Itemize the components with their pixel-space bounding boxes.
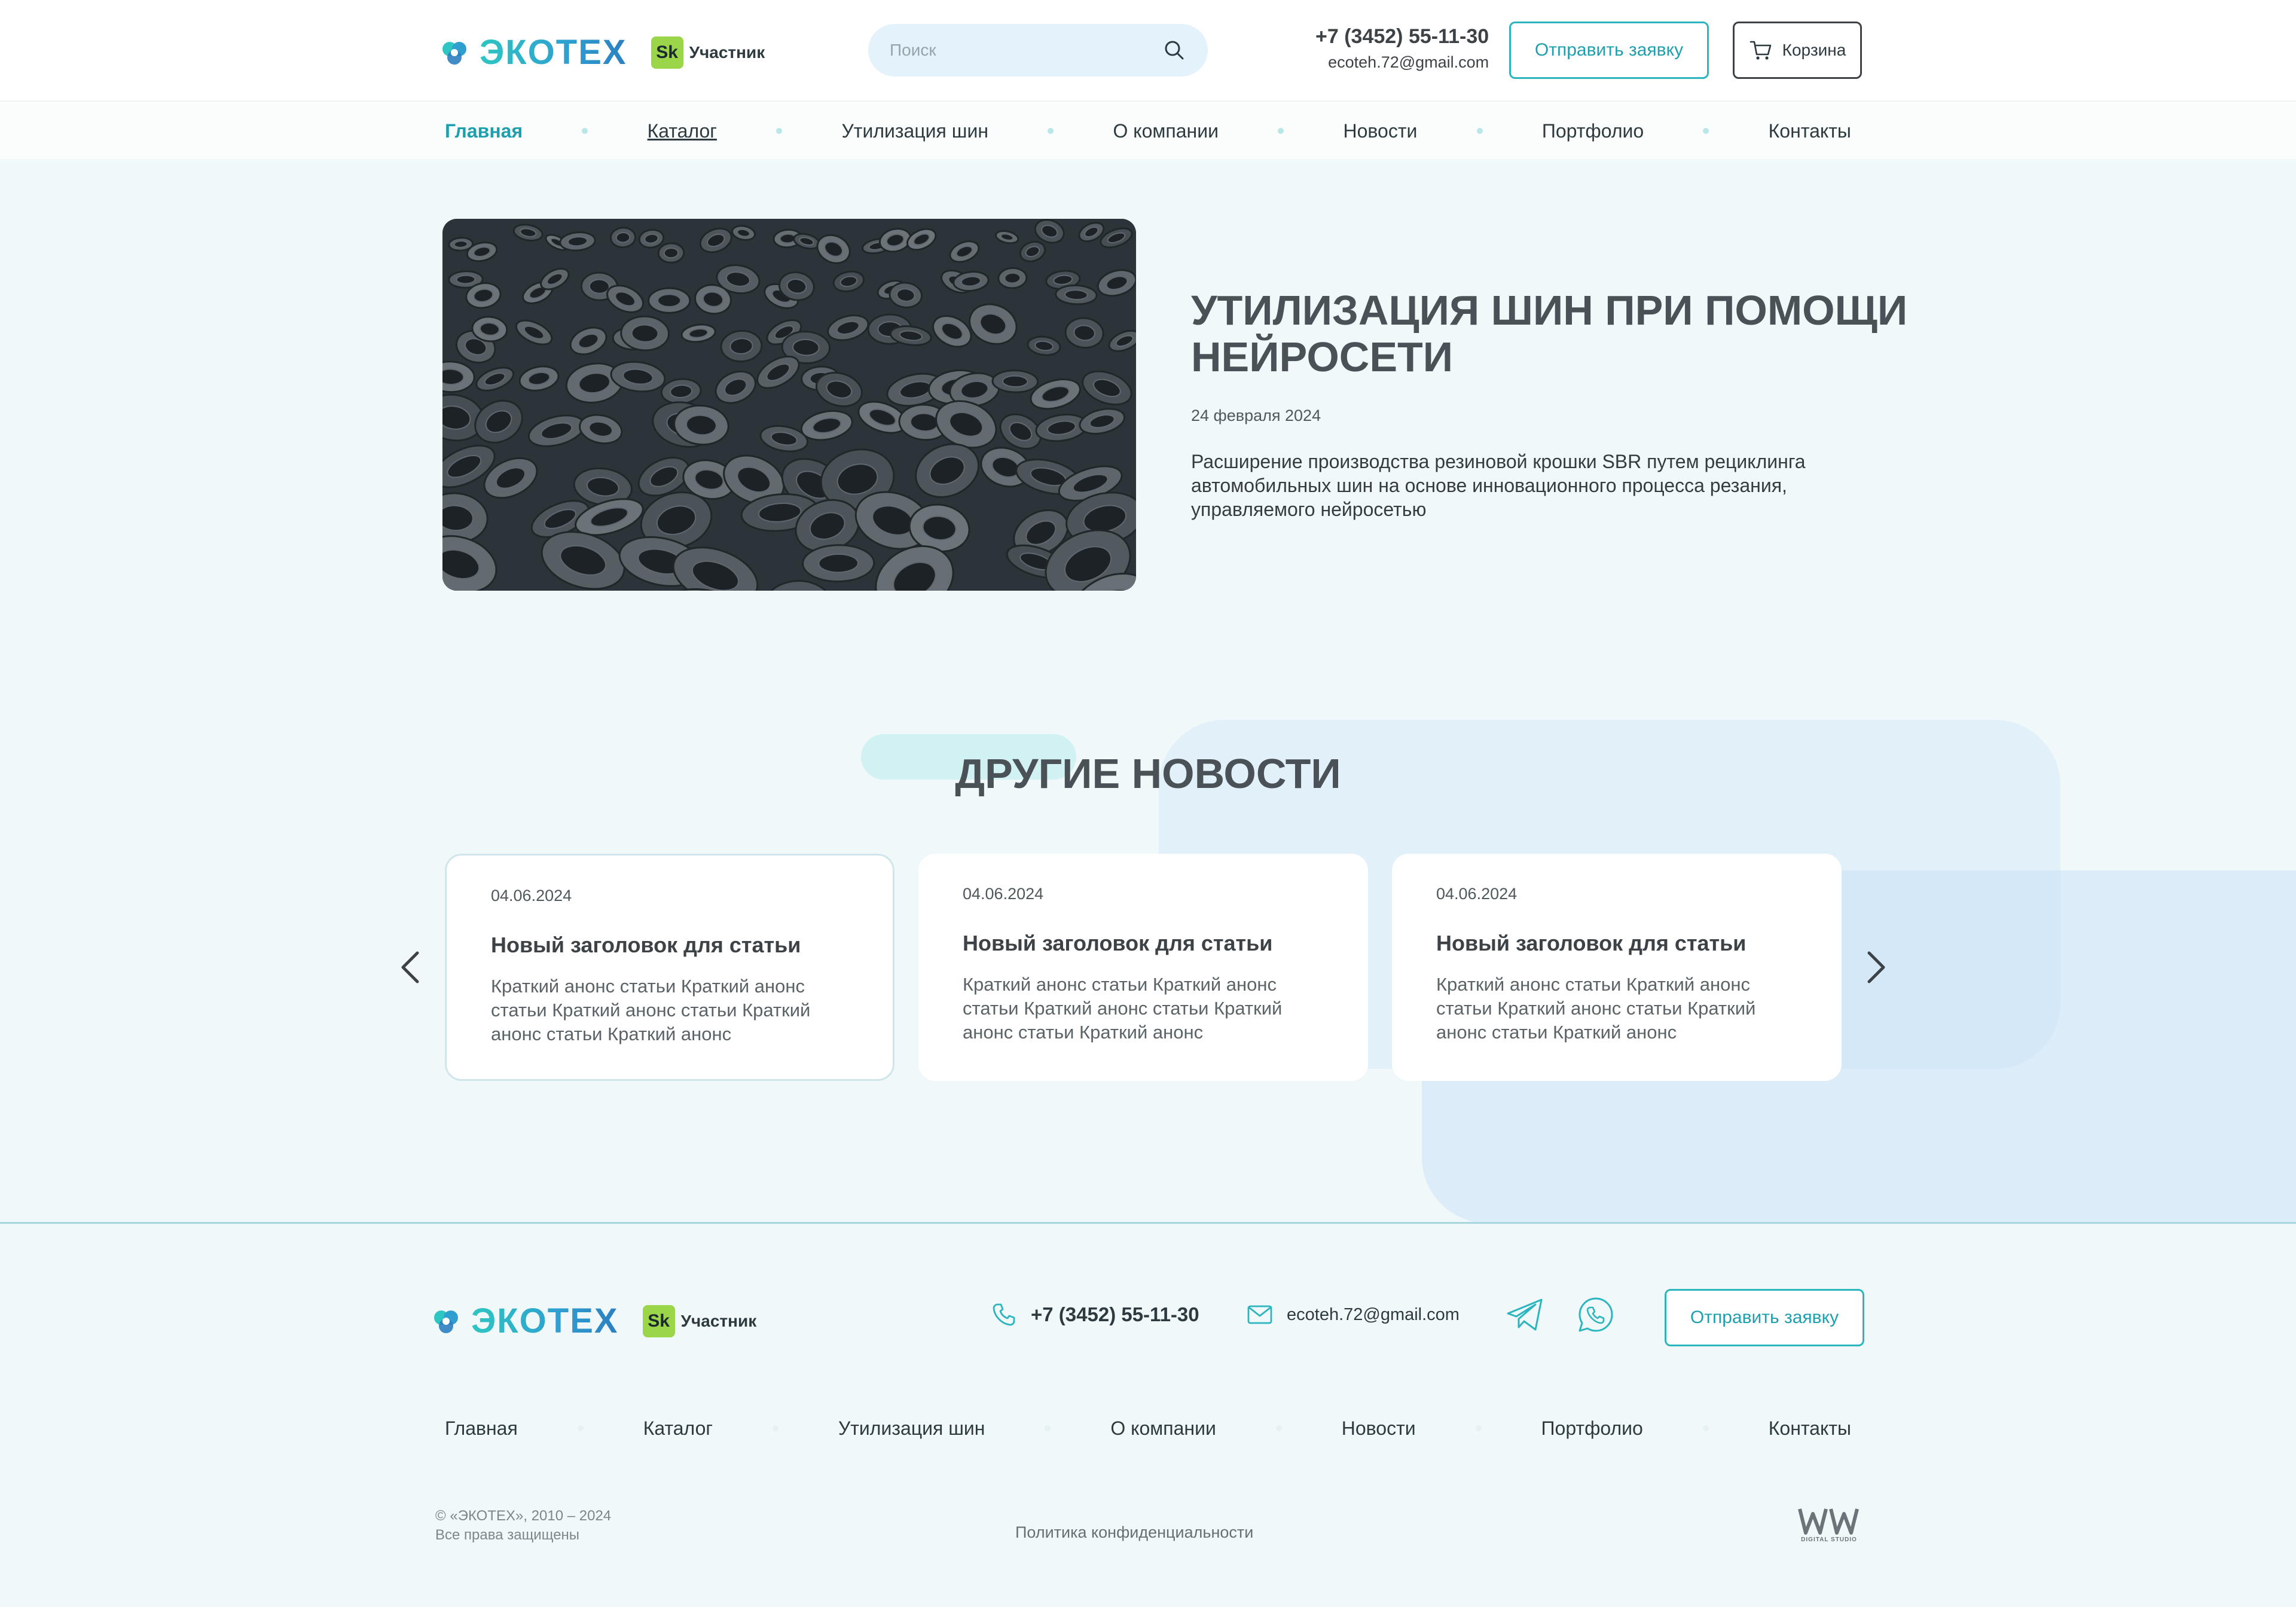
studio-logo-label: DIGITAL STUDIO — [1801, 1536, 1857, 1543]
news-card-date: 04.06.2024 — [963, 885, 1044, 903]
footer-email-text: ecoteh.72@gmail.com — [1287, 1304, 1460, 1324]
header-contacts: +7 (3452) 55-11-30 ecoteh.72@gmail.com — [1315, 25, 1489, 72]
cart-label: Корзина — [1782, 41, 1846, 59]
nav-separator — [582, 128, 588, 134]
skolkovo-label: Участник — [680, 1311, 757, 1330]
nav-item-catalog[interactable]: Каталог — [648, 120, 717, 142]
other-news-title: Другие новости — [955, 750, 1341, 797]
footer-nav-item-catalog[interactable]: Каталог — [643, 1417, 713, 1440]
nav-separator — [776, 128, 783, 134]
nav-separator — [1278, 128, 1284, 134]
whatsapp-icon[interactable] — [1575, 1294, 1617, 1336]
nav-separator — [1275, 1425, 1282, 1431]
footer-nav-item-portfolio[interactable]: Портфолио — [1541, 1417, 1643, 1440]
search-icon[interactable] — [1162, 38, 1186, 62]
footer-nav-item-tire-recycling[interactable]: Утилизация шин — [838, 1417, 985, 1440]
header-logo[interactable]: ЭКОТЕХ Sk Участник — [440, 32, 765, 72]
footer-nav-item-contacts[interactable]: Контакты — [1769, 1417, 1851, 1440]
mail-icon — [1247, 1305, 1272, 1324]
footer-divider — [0, 1222, 2296, 1224]
nav-item-tire-recycling[interactable]: Утилизация шин — [841, 120, 988, 142]
nav-item-about[interactable]: О компании — [1113, 120, 1218, 142]
search-bar — [868, 24, 1208, 77]
nav-item-portfolio[interactable]: Портфолио — [1542, 120, 1644, 142]
news-card[interactable]: 04.06.2024 Новый заголовок для статьи Кр… — [1392, 854, 1842, 1081]
footer-email[interactable]: ecoteh.72@gmail.com — [1246, 1301, 1460, 1328]
news-card[interactable]: 04.06.2024 Новый заголовок для статьи Кр… — [445, 854, 894, 1081]
copyright-line: © «ЭКОТЕХ», 2010 – 2024 — [435, 1508, 612, 1524]
article-title: Утилизация шин при помощи нейросети — [1191, 287, 1908, 380]
skolkovo-badge: Sk — [642, 1304, 675, 1337]
article-date: 24 февраля 2024 — [1191, 407, 1321, 424]
nav-separator — [1045, 1425, 1051, 1431]
news-card-date: 04.06.2024 — [1436, 885, 1518, 903]
brand-name: ЭКОТЕХ — [471, 1302, 619, 1340]
chevron-right-icon[interactable] — [1858, 943, 1894, 991]
news-card-title[interactable]: Новый заголовок для статьи — [491, 933, 848, 958]
news-card-title[interactable]: Новый заголовок для статьи — [963, 931, 1324, 956]
nav-separator — [1703, 128, 1709, 134]
nav-separator — [1702, 1425, 1709, 1431]
cart-button[interactable]: Корзина — [1733, 22, 1862, 79]
footer-nav: Главная Каталог Утилизация шин О компани… — [445, 1399, 1851, 1458]
site-header: ЭКОТЕХ Sk Участник +7 (3452) 55-11-30 ec… — [0, 0, 2296, 100]
nav-separator — [1048, 128, 1054, 134]
nav-separator — [1475, 1425, 1482, 1431]
footer-nav-item-home[interactable]: Главная — [445, 1417, 518, 1440]
brand-name: ЭКОТЕХ — [480, 33, 627, 72]
logo-mark-icon — [442, 41, 466, 65]
news-card-title[interactable]: Новый заголовок для статьи — [1436, 931, 1797, 956]
article-image-tires — [442, 219, 1136, 591]
news-card-text: Краткий анонс статьи Краткий анонс стать… — [491, 976, 811, 1044]
nav-item-news[interactable]: Новости — [1343, 120, 1417, 142]
main-nav: Главная Каталог Утилизация шин О компани… — [0, 100, 2296, 159]
footer-phone[interactable]: +7 (3452) 55-11-30 — [990, 1301, 1199, 1328]
header-email[interactable]: ecoteh.72@gmail.com — [1315, 53, 1489, 72]
news-card[interactable]: 04.06.2024 Новый заголовок для статьи Кр… — [918, 854, 1368, 1081]
footer-nav-item-news[interactable]: Новости — [1342, 1417, 1416, 1440]
news-card-date: 04.06.2024 — [491, 887, 572, 905]
article-description: Расширение производства резиновой крошки… — [1191, 451, 1806, 520]
nav-separator — [1476, 128, 1483, 134]
header-phone[interactable]: +7 (3452) 55-11-30 — [1315, 25, 1489, 48]
privacy-policy-link[interactable]: Политика конфиденциальности — [1015, 1523, 1253, 1542]
phone-icon — [993, 1303, 1015, 1326]
nav-item-home[interactable]: Главная — [445, 120, 523, 142]
chevron-left-icon[interactable] — [392, 943, 428, 991]
footer-request-button[interactable]: Отправить заявку — [1665, 1289, 1864, 1346]
telegram-icon[interactable] — [1504, 1294, 1546, 1336]
news-card-text: Краткий анонс статьи Краткий анонс стать… — [963, 974, 1283, 1043]
logo-mark-icon — [434, 1310, 458, 1333]
rights-line: Все права защищены — [435, 1527, 580, 1543]
skolkovo-badge: Sk — [651, 36, 683, 69]
footer-logo[interactable]: ЭКОТЕХ Sk Участник — [432, 1301, 756, 1341]
nav-separator — [577, 1425, 584, 1431]
cart-icon — [1750, 41, 1771, 60]
nav-item-contacts[interactable]: Контакты — [1769, 120, 1851, 142]
skolkovo-label: Участник — [689, 42, 765, 62]
nav-separator — [772, 1425, 778, 1431]
copyright: © «ЭКОТЕХ», 2010 – 2024 Все права защище… — [435, 1507, 611, 1545]
news-card-text: Краткий анонс статьи Краткий анонс стать… — [1436, 974, 1756, 1043]
footer-phone-text: +7 (3452) 55-11-30 — [1031, 1303, 1199, 1325]
search-input[interactable] — [890, 41, 1162, 60]
request-button[interactable]: Отправить заявку — [1509, 22, 1709, 79]
footer-nav-item-about[interactable]: О компании — [1110, 1417, 1216, 1440]
